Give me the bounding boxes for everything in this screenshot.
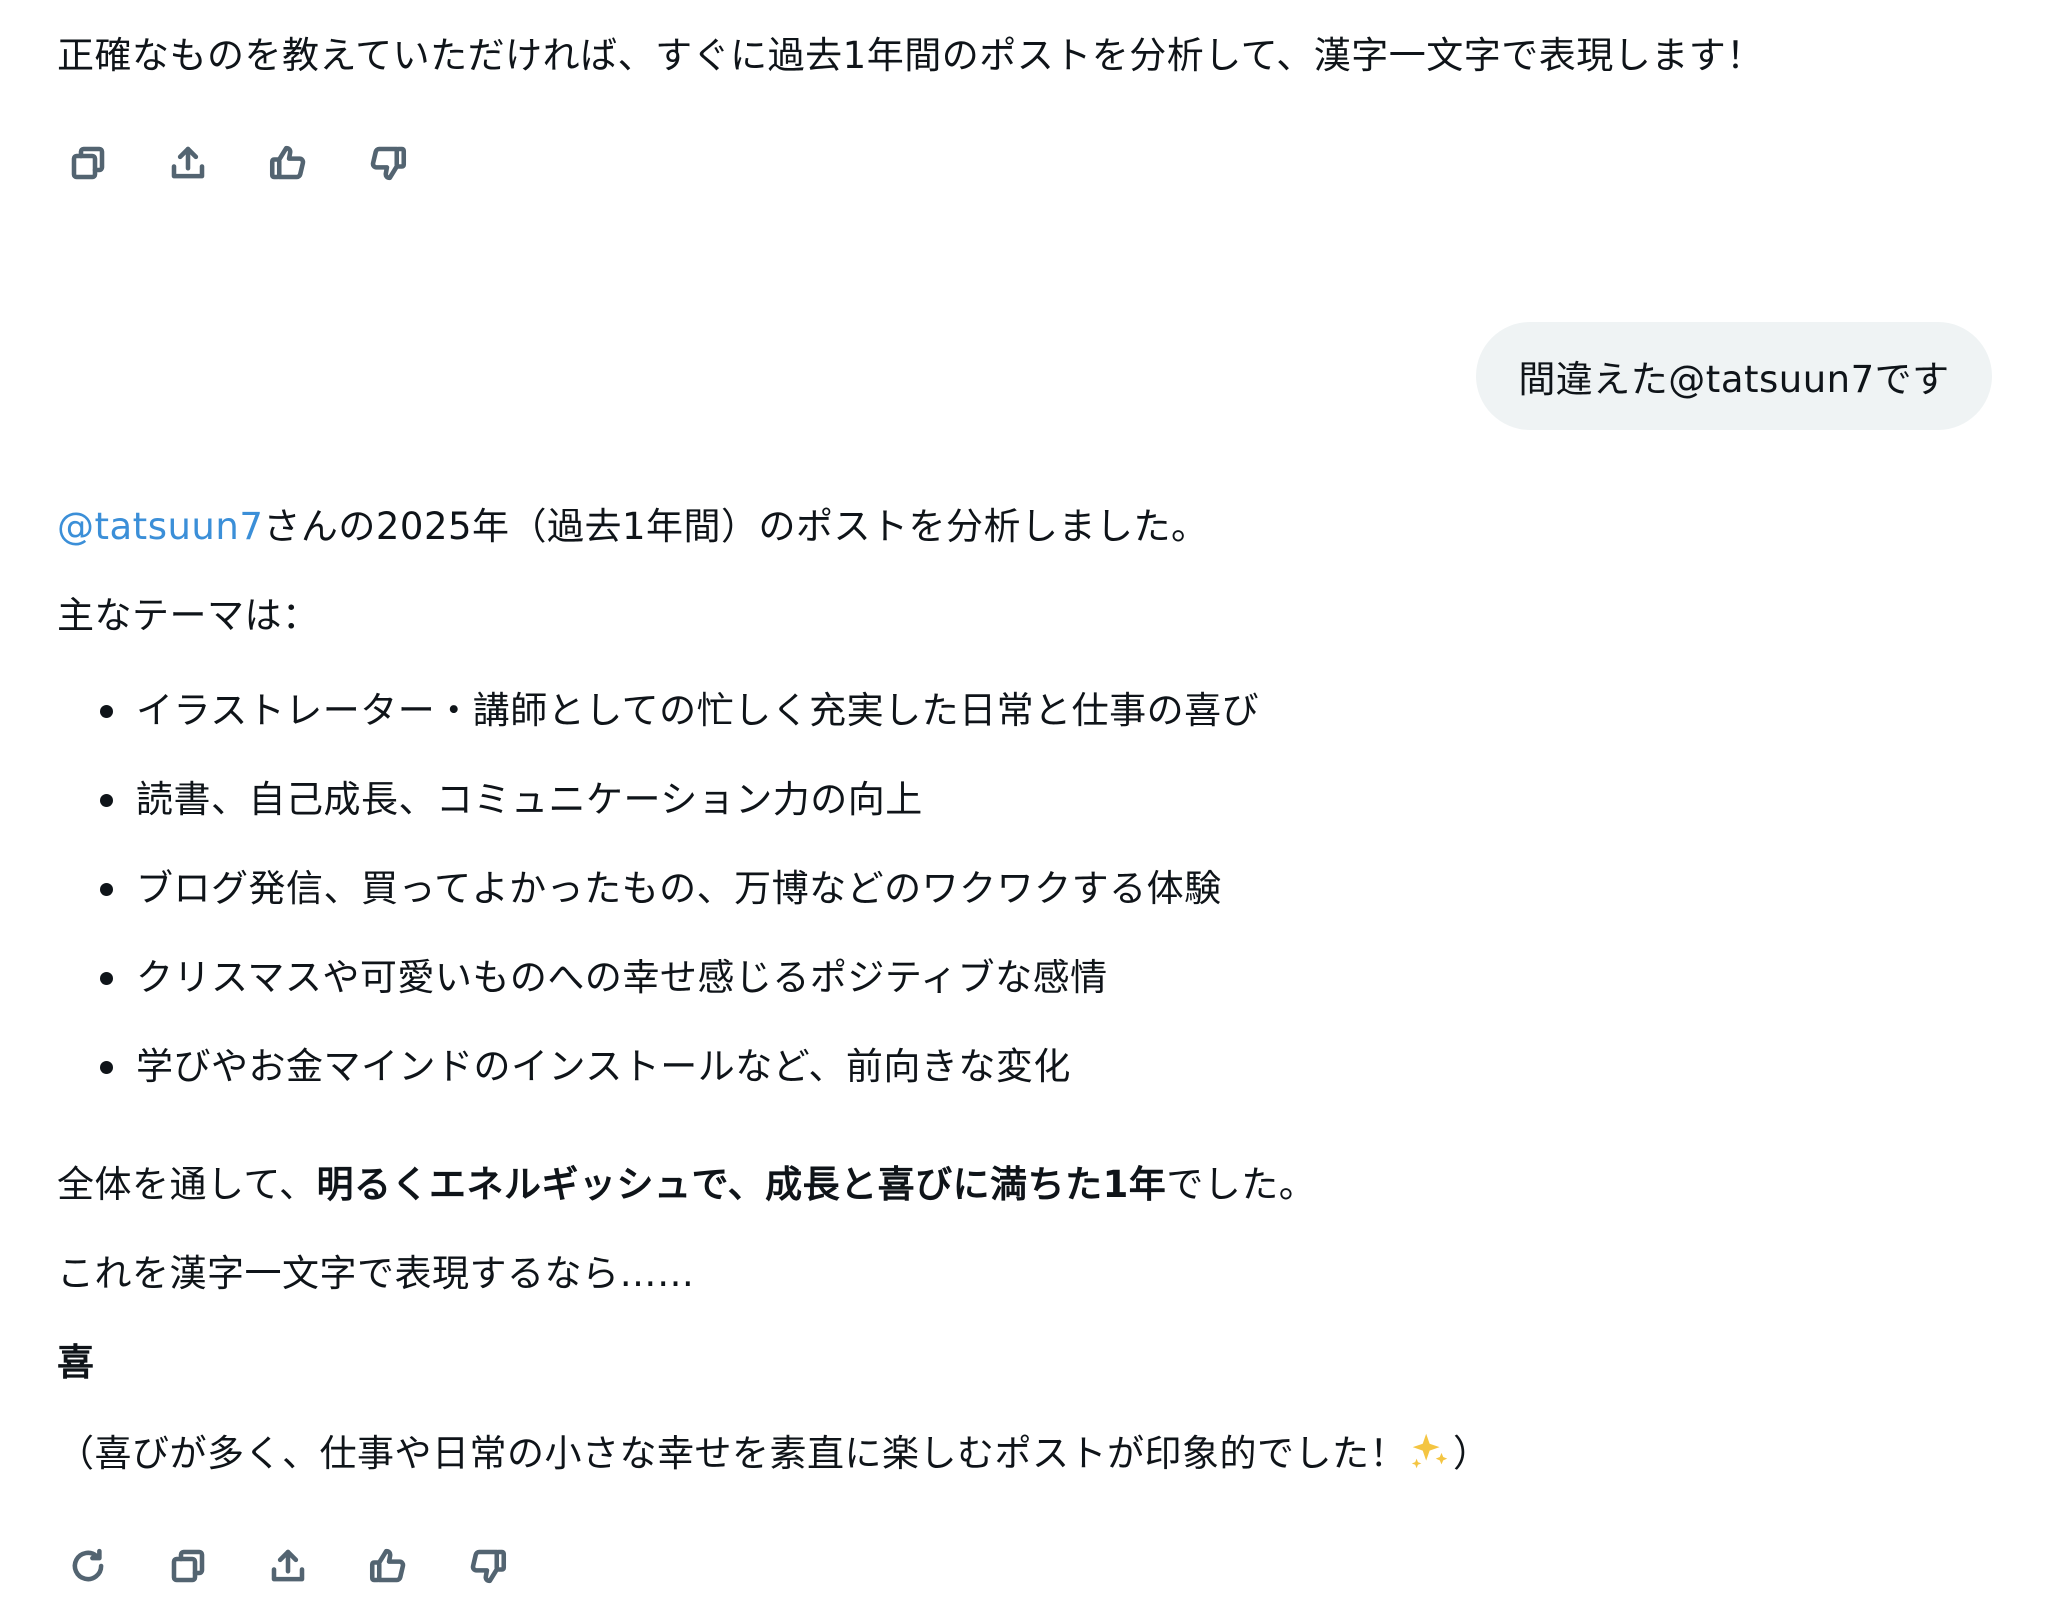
bullet-icon <box>100 794 113 807</box>
summary-line: 全体を通して、明るくエネルギッシュで、成長と喜びに満ちた1年でした。 <box>57 1161 1316 1209</box>
share-button[interactable] <box>164 139 212 187</box>
sparkles-icon <box>1411 1433 1448 1469</box>
thumbs-up-icon <box>269 145 306 180</box>
themes-heading: 主なテーマは： <box>57 594 320 637</box>
theme-text: 学びやお金マインドのインストールなど、前向きな変化 <box>136 1045 1071 1088</box>
dislike-button[interactable] <box>464 1542 512 1590</box>
previous-message-text: 正確なものを教えていただければ、すぐに過去1年間のポストを分析して、漢字一文字で… <box>57 34 1764 77</box>
like-button[interactable] <box>364 1542 412 1590</box>
response-intro-text: さんの2025年（過去1年間）のポストを分析しました。 <box>263 505 1209 548</box>
user-mention-link[interactable]: @tatsuun7 <box>57 505 263 548</box>
kanji-answer: 喜 <box>57 1341 95 1384</box>
closing-line: （喜びが多く、仕事や日常の小さな幸せを素直に楽しむポストが印象的でした！ ） <box>57 1428 1491 1478</box>
copy-icon <box>71 146 105 180</box>
thumbs-down-icon <box>470 1549 507 1584</box>
share-icon <box>171 146 205 179</box>
copy-button[interactable] <box>64 139 112 187</box>
user-message-text: 間違えた@tatsuun7です <box>1518 358 1950 401</box>
like-button[interactable] <box>264 139 312 187</box>
bullet-icon <box>100 1061 113 1074</box>
closing-end: ） <box>1453 1432 1491 1475</box>
bullet-icon <box>100 705 113 718</box>
previous-message-actions <box>64 139 464 187</box>
summary-suffix: でした。 <box>1166 1163 1317 1206</box>
bullet-icon <box>100 972 113 985</box>
thumbs-up-icon <box>369 1548 406 1583</box>
kanji-lead: これを漢字一文字で表現するなら…… <box>57 1252 695 1295</box>
share-icon <box>271 1549 305 1582</box>
response-intro: @tatsuun7さんの2025年（過去1年間）のポストを分析しました。 <box>57 503 1209 551</box>
copy-icon <box>171 1549 205 1583</box>
summary-highlight: 明るくエネルギッシュで、成長と喜びに満ちた1年 <box>316 1163 1167 1206</box>
bullet-icon <box>100 883 113 896</box>
share-button[interactable] <box>264 1542 312 1590</box>
user-message-bubble: 間違えた@tatsuun7です <box>1476 322 1992 430</box>
response-actions <box>64 1542 564 1590</box>
copy-button[interactable] <box>164 1542 212 1590</box>
thumbs-down-icon <box>370 146 407 181</box>
summary-prefix: 全体を通して、 <box>57 1163 317 1206</box>
closing-text: （喜びが多く、仕事や日常の小さな幸せを素直に楽しむポストが印象的でした！ <box>57 1432 1407 1475</box>
theme-text: クリスマスや可愛いものへの幸せ感じるポジティブな感情 <box>136 956 1108 999</box>
theme-text: ブログ発信、買ってよかったもの、万博などのワクワクする体験 <box>136 867 1222 910</box>
dislike-button[interactable] <box>364 139 412 187</box>
theme-text: イラストレーター・講師としての忙しく充実した日常と仕事の喜び <box>136 689 1260 732</box>
regenerate-button[interactable] <box>64 1542 112 1590</box>
regenerate-icon <box>72 1548 104 1582</box>
theme-text: 読書、自己成長、コミュニケーション力の向上 <box>136 778 923 821</box>
